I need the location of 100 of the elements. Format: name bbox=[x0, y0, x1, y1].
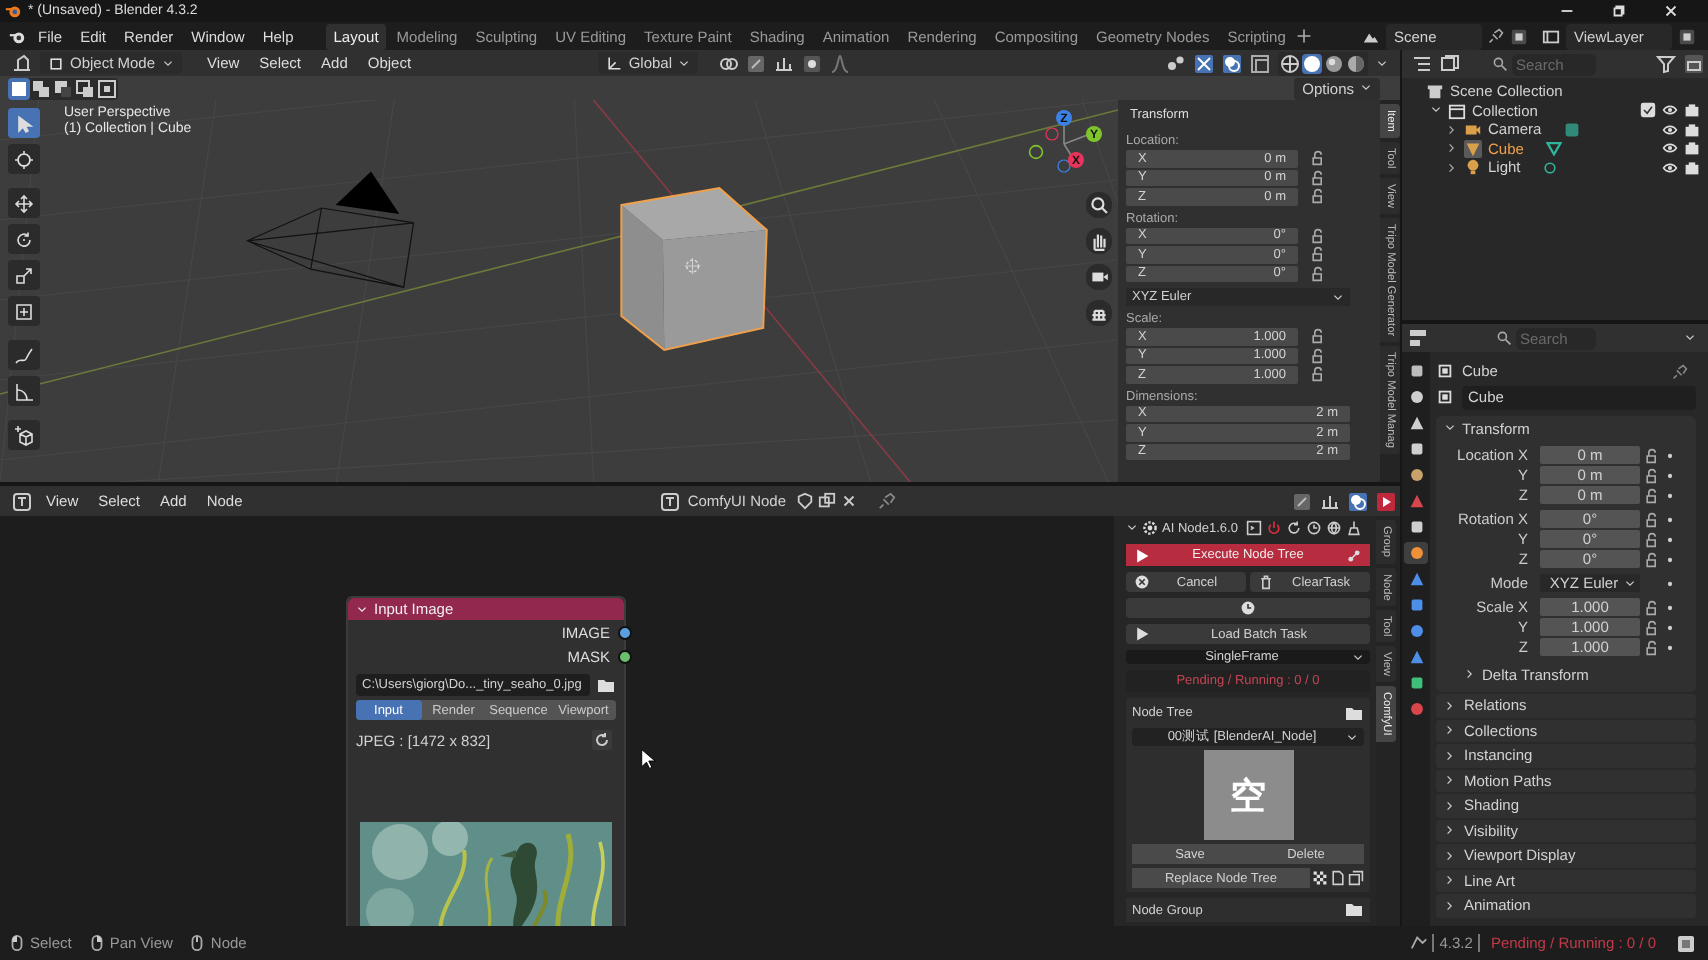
wireframe-shading-icon[interactable] bbox=[1280, 53, 1300, 73]
tool-button[interactable] bbox=[8, 188, 40, 218]
folder-icon[interactable] bbox=[596, 675, 616, 695]
visibility-icon[interactable] bbox=[1166, 53, 1186, 73]
intersect-selection-icon[interactable] bbox=[96, 77, 118, 99]
editor-type-icon[interactable] bbox=[1412, 54, 1432, 74]
tool-button[interactable] bbox=[8, 376, 40, 406]
lock-icon[interactable] bbox=[1644, 639, 1660, 655]
lock-icon[interactable] bbox=[1310, 227, 1326, 244]
lock-icon[interactable] bbox=[1310, 169, 1326, 186]
rendered-shading-icon[interactable] bbox=[1346, 53, 1366, 73]
refresh-icon[interactable] bbox=[592, 730, 612, 750]
properties-tab[interactable] bbox=[1404, 542, 1428, 564]
lock-icon[interactable] bbox=[1644, 619, 1660, 635]
eye-icon[interactable] bbox=[1662, 159, 1678, 176]
lock-icon[interactable] bbox=[1644, 487, 1660, 503]
clock-icon[interactable] bbox=[1305, 520, 1322, 537]
keyframe-dot-icon[interactable] bbox=[1664, 489, 1676, 501]
material-shading-icon[interactable] bbox=[1324, 53, 1344, 73]
checkbox[interactable] bbox=[1640, 102, 1656, 119]
xray-icon[interactable] bbox=[1250, 53, 1270, 73]
editor-type-icon[interactable] bbox=[1408, 328, 1428, 348]
folder-icon[interactable] bbox=[1344, 703, 1364, 723]
tool-button[interactable] bbox=[8, 340, 40, 370]
pivot-icon[interactable] bbox=[718, 53, 738, 73]
render-camera-icon[interactable] bbox=[1684, 159, 1700, 176]
console-icon[interactable] bbox=[1245, 520, 1262, 537]
render-camera-icon[interactable] bbox=[1684, 102, 1700, 119]
render-camera-icon[interactable] bbox=[1684, 121, 1700, 138]
filter-icon[interactable] bbox=[1656, 54, 1676, 74]
close-icon[interactable] bbox=[1662, 2, 1680, 20]
lock-icon[interactable] bbox=[1644, 599, 1660, 615]
editor-type-icon[interactable] bbox=[12, 53, 32, 73]
lock-icon[interactable] bbox=[1310, 328, 1326, 345]
mesh-data-icon[interactable] bbox=[1545, 140, 1562, 157]
stack-icon[interactable] bbox=[1348, 870, 1364, 886]
lock-icon[interactable] bbox=[1310, 246, 1326, 263]
tool-button[interactable] bbox=[8, 420, 40, 450]
pin-icon[interactable] bbox=[878, 492, 896, 510]
tool-button[interactable] bbox=[8, 224, 40, 254]
hand-icon[interactable] bbox=[1086, 228, 1112, 254]
zoom-icon[interactable] bbox=[1086, 192, 1112, 218]
new-collection-icon[interactable] bbox=[1684, 54, 1704, 74]
keyframe-dot-icon[interactable] bbox=[1664, 601, 1676, 613]
caret-icon[interactable] bbox=[1376, 57, 1388, 69]
power-icon[interactable] bbox=[1265, 520, 1282, 537]
snap-target-icon[interactable] bbox=[1320, 491, 1340, 511]
plus-icon[interactable] bbox=[1295, 28, 1312, 44]
camera-data-icon[interactable] bbox=[1563, 121, 1580, 138]
camera-view-icon[interactable] bbox=[1086, 264, 1112, 290]
editor-type-icon[interactable] bbox=[12, 491, 32, 511]
folder-icon[interactable] bbox=[1344, 900, 1364, 920]
lock-icon[interactable] bbox=[1644, 467, 1660, 483]
proportional-edit-icon[interactable] bbox=[802, 53, 822, 73]
invert-selection-icon[interactable] bbox=[74, 77, 96, 99]
solid-shading-icon[interactable] bbox=[1302, 53, 1322, 73]
keyframe-dot-icon[interactable] bbox=[1664, 533, 1676, 545]
lock-icon[interactable] bbox=[1644, 531, 1660, 547]
overlays-icon[interactable] bbox=[1222, 53, 1242, 73]
collapse-icon[interactable] bbox=[356, 603, 368, 615]
play-icon[interactable] bbox=[1376, 491, 1396, 511]
keyframe-dot-icon[interactable] bbox=[1664, 469, 1676, 481]
pin-icon[interactable] bbox=[1488, 28, 1504, 44]
snap-target-icon[interactable] bbox=[774, 53, 794, 73]
lock-icon[interactable] bbox=[1310, 366, 1326, 383]
globe-icon[interactable] bbox=[1325, 520, 1342, 537]
maximize-icon[interactable] bbox=[1610, 2, 1628, 20]
duplicate-icon[interactable] bbox=[818, 492, 836, 510]
extend-selection-icon[interactable] bbox=[30, 77, 52, 99]
eye-icon[interactable] bbox=[1662, 121, 1678, 138]
close-icon[interactable] bbox=[840, 492, 858, 510]
falloff-icon[interactable] bbox=[830, 53, 850, 73]
duplicate-icon[interactable] bbox=[1678, 27, 1696, 45]
checker-icon[interactable] bbox=[1312, 870, 1328, 886]
keyframe-dot-icon[interactable] bbox=[1664, 577, 1676, 589]
blender-logo-icon[interactable] bbox=[8, 27, 26, 45]
keyframe-dot-icon[interactable] bbox=[1664, 553, 1676, 565]
lock-icon[interactable] bbox=[1310, 347, 1326, 364]
lock-icon[interactable] bbox=[1310, 150, 1326, 167]
refresh-icon[interactable] bbox=[1285, 520, 1302, 537]
timer-button[interactable] bbox=[1126, 598, 1370, 619]
keyframe-dot-icon[interactable] bbox=[1664, 449, 1676, 461]
collapse-icon[interactable] bbox=[1126, 522, 1138, 535]
gizmo-toggle-icon[interactable] bbox=[1194, 53, 1214, 73]
subtract-selection-icon[interactable] bbox=[52, 77, 74, 99]
overlays-icon[interactable] bbox=[1348, 491, 1368, 511]
tool-button[interactable] bbox=[8, 144, 40, 174]
light-data-icon[interactable] bbox=[1542, 159, 1559, 176]
keyframe-dot-icon[interactable] bbox=[1664, 621, 1676, 633]
render-camera-icon[interactable] bbox=[1684, 140, 1700, 157]
tool-button[interactable] bbox=[8, 296, 40, 326]
output-socket[interactable] bbox=[618, 649, 632, 663]
snap-icon[interactable] bbox=[1292, 491, 1312, 511]
snap-icon[interactable] bbox=[746, 53, 766, 73]
lock-icon[interactable] bbox=[1310, 188, 1326, 205]
tool-button[interactable] bbox=[8, 260, 40, 290]
editor-type-icon[interactable] bbox=[659, 491, 680, 511]
output-socket[interactable] bbox=[618, 625, 632, 639]
lock-icon[interactable] bbox=[1310, 265, 1326, 282]
display-mode-icon[interactable] bbox=[1440, 54, 1460, 74]
